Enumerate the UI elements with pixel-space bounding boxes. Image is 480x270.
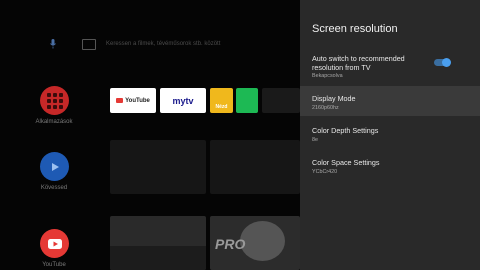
item-title: Auto switch to recommended resolution fr… xyxy=(312,54,405,72)
play-next-label: Kövessed xyxy=(40,185,68,191)
youtube-icon xyxy=(47,238,62,249)
item-subtitle: Bekapcsolva xyxy=(312,73,343,79)
item-title: Display Mode xyxy=(312,94,356,103)
apps-button[interactable] xyxy=(40,86,69,115)
auto-switch-toggle[interactable] xyxy=(434,58,451,67)
apps-grid-icon xyxy=(46,92,63,109)
panel-title: Screen resolution xyxy=(312,23,398,35)
item-title: Color Depth Settings xyxy=(312,126,379,135)
play-next-button[interactable] xyxy=(40,152,69,181)
display-mode-item[interactable]: Display Mode 2160p60hz xyxy=(300,86,480,116)
youtube-app-tile[interactable]: YouTube xyxy=(110,88,156,113)
color-depth-item[interactable]: Color Depth Settings 8e xyxy=(300,118,480,148)
settings-panel: Screen resolution Auto switch to recomme… xyxy=(300,0,480,270)
item-title: Color Space Settings xyxy=(312,158,380,167)
media-thumbnail[interactable] xyxy=(110,216,206,270)
thumbnail-text: PRO xyxy=(215,236,246,252)
youtube-label: YouTube xyxy=(42,262,66,268)
microphone-icon[interactable] xyxy=(48,37,58,51)
keyboard-icon[interactable] xyxy=(82,38,96,50)
auto-switch-resolution-item[interactable]: Auto switch to recommended resolution fr… xyxy=(300,50,480,84)
media-thumbnail[interactable]: PRO xyxy=(210,216,300,270)
color-space-item[interactable]: Color Space Settings YCbCr420 xyxy=(300,150,480,180)
apps-label: Alkalmazások xyxy=(35,119,73,125)
search-bar[interactable]: Keressen a filmek, tévéműsorok stb. közö… xyxy=(48,36,220,52)
content-card[interactable] xyxy=(210,140,300,194)
green-app-tile[interactable] xyxy=(236,88,258,113)
app-tile-partial[interactable] xyxy=(262,88,300,113)
nezd-app-tile[interactable]: Nézd xyxy=(210,88,233,113)
youtube-button[interactable] xyxy=(40,229,69,258)
item-subtitle: 2160p60hz xyxy=(312,105,339,111)
item-subtitle: YCbCr420 xyxy=(312,169,338,175)
content-card[interactable] xyxy=(110,140,206,194)
search-placeholder[interactable]: Keressen a filmek, tévéműsorok stb. közö… xyxy=(106,41,220,47)
home-screen-background: Keressen a filmek, tévéműsorok stb. közö… xyxy=(0,0,300,270)
toggle-knob xyxy=(442,58,451,67)
item-subtitle: 8e xyxy=(312,137,318,143)
play-icon xyxy=(51,162,59,171)
mytv-app-tile[interactable]: mytv xyxy=(160,88,206,113)
